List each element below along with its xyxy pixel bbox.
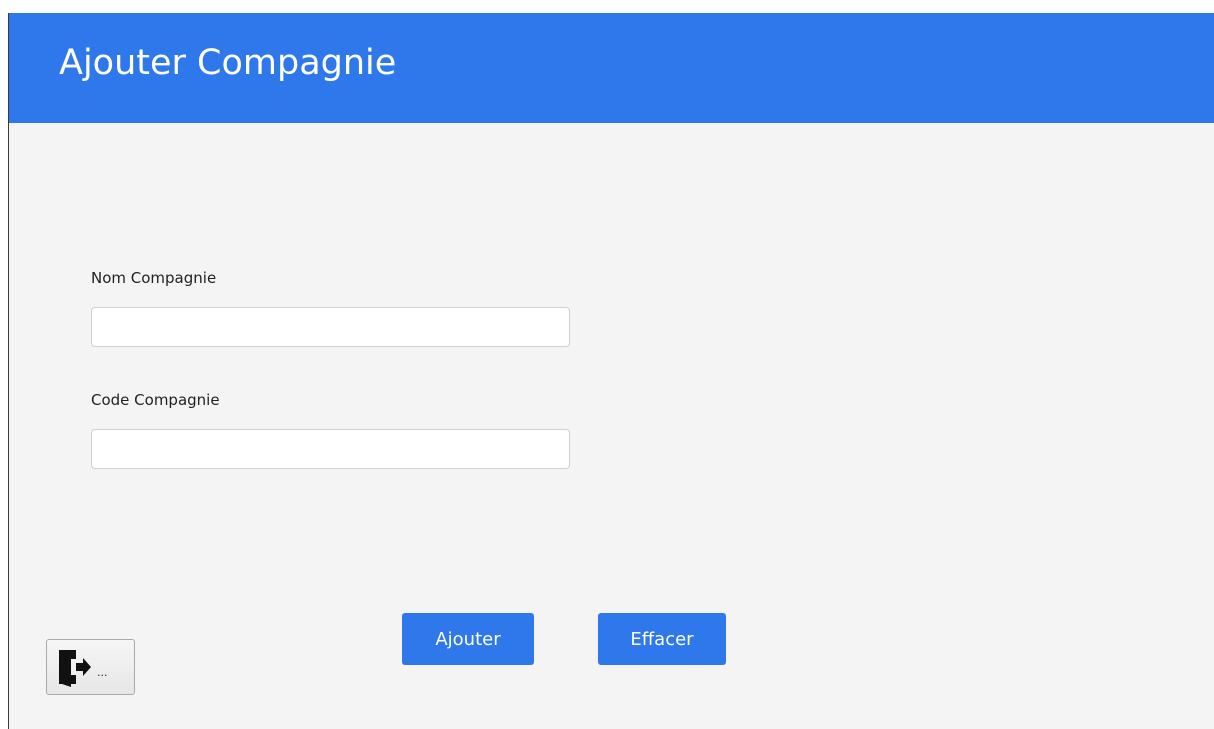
- header-bar: Ajouter Compagnie: [9, 13, 1214, 123]
- code-compagnie-label: Code Compagnie: [91, 391, 220, 409]
- exit-door-icon: [57, 647, 93, 687]
- page-title: Ajouter Compagnie: [59, 43, 397, 83]
- code-compagnie-input[interactable]: [91, 429, 570, 469]
- add-company-window: Ajouter Compagnie Nom Compagnie Code Com…: [8, 13, 1214, 729]
- exit-button[interactable]: ...: [46, 639, 135, 695]
- clear-button[interactable]: Effacer: [598, 613, 726, 665]
- nom-compagnie-input[interactable]: [91, 307, 570, 347]
- exit-ellipsis: ...: [97, 665, 108, 679]
- nom-compagnie-label: Nom Compagnie: [91, 269, 217, 287]
- add-button[interactable]: Ajouter: [402, 613, 534, 665]
